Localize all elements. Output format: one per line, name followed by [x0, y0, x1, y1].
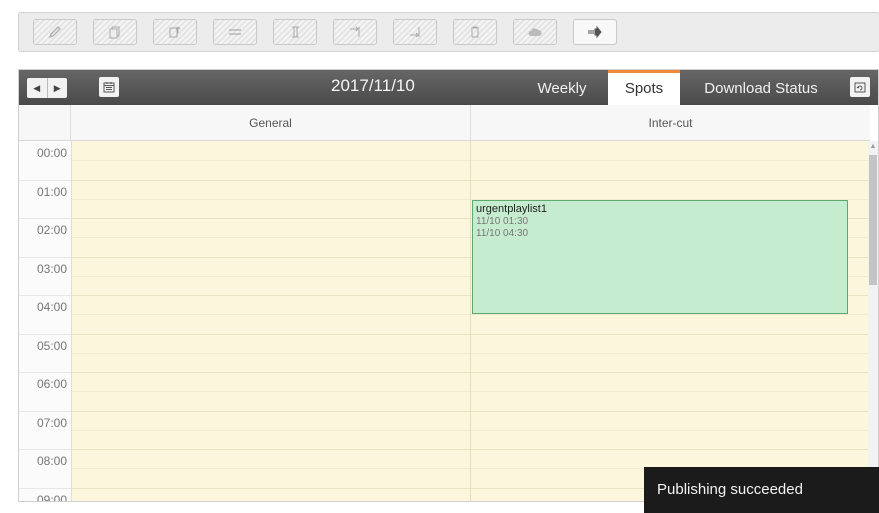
- scroll-thumb[interactable]: [869, 155, 877, 285]
- trash-icon: [471, 26, 479, 38]
- vertical-scrollbar[interactable]: ▲: [868, 141, 878, 501]
- hour-line: [72, 449, 470, 450]
- align-top-right-button[interactable]: [333, 19, 377, 45]
- paste-button[interactable]: [153, 19, 197, 45]
- cloud-upload-icon: [528, 28, 542, 36]
- half-hour-line: [471, 160, 870, 162]
- hour-line: [471, 449, 870, 450]
- date-picker-button[interactable]: [99, 77, 119, 97]
- hour-divider: [19, 410, 71, 412]
- align-bottom-right-icon: [410, 27, 420, 38]
- half-hour-line: [72, 160, 470, 162]
- time-header: [19, 105, 71, 141]
- half-hour-line: [471, 391, 870, 393]
- hour-line: [72, 410, 470, 412]
- hour-line: [471, 333, 870, 335]
- next-day-button[interactable]: ▶: [46, 78, 68, 98]
- column-header-intercut: Inter-cut: [471, 105, 870, 141]
- refresh-icon: [854, 82, 866, 93]
- publish-button[interactable]: [573, 19, 617, 45]
- column-header-general: General: [71, 105, 471, 141]
- align-bottom-right-button[interactable]: [393, 19, 437, 45]
- hour-divider: [19, 218, 71, 219]
- half-hour-line: [72, 314, 470, 316]
- hour-divider: [19, 449, 71, 450]
- general-column[interactable]: [72, 141, 471, 501]
- intercut-column[interactable]: [471, 141, 870, 501]
- event-start: 11/10 01:30: [476, 216, 529, 227]
- tab-download-status[interactable]: Download Status: [686, 70, 836, 105]
- hour-label: 07:00: [36, 415, 67, 430]
- paste-icon: [169, 26, 181, 38]
- hour-label: 09:00: [36, 492, 67, 502]
- calendar-icon: [103, 82, 115, 93]
- edit-button[interactable]: [33, 19, 77, 45]
- hour-line: [72, 256, 470, 258]
- delete-button[interactable]: [453, 19, 497, 45]
- swap-icon: [229, 29, 241, 35]
- swap-button[interactable]: [213, 19, 257, 45]
- hour-line: [471, 179, 870, 181]
- half-hour-line: [72, 429, 470, 431]
- time-axis: 00:00 01:00 02:00 03:00 04:00 05:00 06:00 07:00…: [19, 141, 72, 501]
- hour-label: 01:00: [36, 184, 67, 199]
- hour-line: [72, 333, 470, 335]
- toolbar: [18, 12, 879, 52]
- half-hour-line: [471, 352, 870, 354]
- tab-spots[interactable]: Spots: [608, 70, 680, 105]
- date-navigation: ◀ ▶: [27, 78, 67, 98]
- publish-arrow-icon: [588, 25, 602, 39]
- hour-divider: [19, 487, 71, 489]
- hour-line: [72, 487, 470, 489]
- hour-line: [72, 295, 470, 296]
- calendar-panel: ◀ ▶ 2017/11/10 Weekly Spots Download Sta…: [18, 69, 879, 502]
- hour-divider: [19, 179, 71, 181]
- hour-divider: [19, 256, 71, 258]
- calendar-header: ◀ ▶ 2017/11/10 Weekly Spots Download Sta…: [19, 70, 878, 105]
- align-top-right-icon: [350, 26, 360, 37]
- hour-line: [471, 410, 870, 412]
- hour-label: 03:00: [36, 261, 67, 276]
- hour-label: 05:00: [36, 338, 67, 353]
- half-hour-line: [72, 391, 470, 393]
- hour-line: [471, 372, 870, 373]
- hour-divider: [19, 333, 71, 335]
- align-vertical-button[interactable]: [273, 19, 317, 45]
- half-hour-line: [72, 237, 470, 239]
- prev-day-button[interactable]: ◀: [27, 78, 47, 98]
- half-hour-line: [471, 429, 870, 431]
- hour-divider: [19, 372, 71, 373]
- copy-icon: [109, 26, 120, 39]
- event-title: urgentplaylist1: [476, 203, 547, 215]
- hour-line: [72, 218, 470, 219]
- hour-label: 08:00: [36, 454, 67, 468]
- hour-divider: [19, 295, 71, 296]
- scroll-up-icon[interactable]: ▲: [868, 143, 878, 150]
- half-hour-line: [72, 468, 470, 470]
- hour-label: 04:00: [36, 300, 67, 314]
- hour-label: 00:00: [36, 146, 67, 160]
- toast-notification: Publishing succeeded: [644, 467, 879, 513]
- pencil-icon: [49, 26, 61, 38]
- half-hour-line: [72, 198, 470, 200]
- current-date: 2017/11/10: [331, 76, 415, 95]
- refresh-button[interactable]: [850, 77, 870, 97]
- copy-button[interactable]: [93, 19, 137, 45]
- half-hour-line: [72, 352, 470, 354]
- hour-line: [72, 372, 470, 373]
- hour-line: [72, 179, 470, 181]
- playlist-event[interactable]: urgentplaylist1 11/10 01:30 11/10 04:30: [472, 200, 848, 314]
- tab-weekly[interactable]: Weekly: [521, 70, 603, 105]
- hour-label: 02:00: [36, 223, 67, 237]
- align-vertical-icon: [292, 26, 299, 38]
- half-hour-line: [72, 275, 470, 277]
- upload-button[interactable]: [513, 19, 557, 45]
- half-hour-line: [471, 314, 870, 316]
- hour-label: 06:00: [36, 377, 67, 391]
- event-end: 11/10 04:30: [476, 228, 529, 239]
